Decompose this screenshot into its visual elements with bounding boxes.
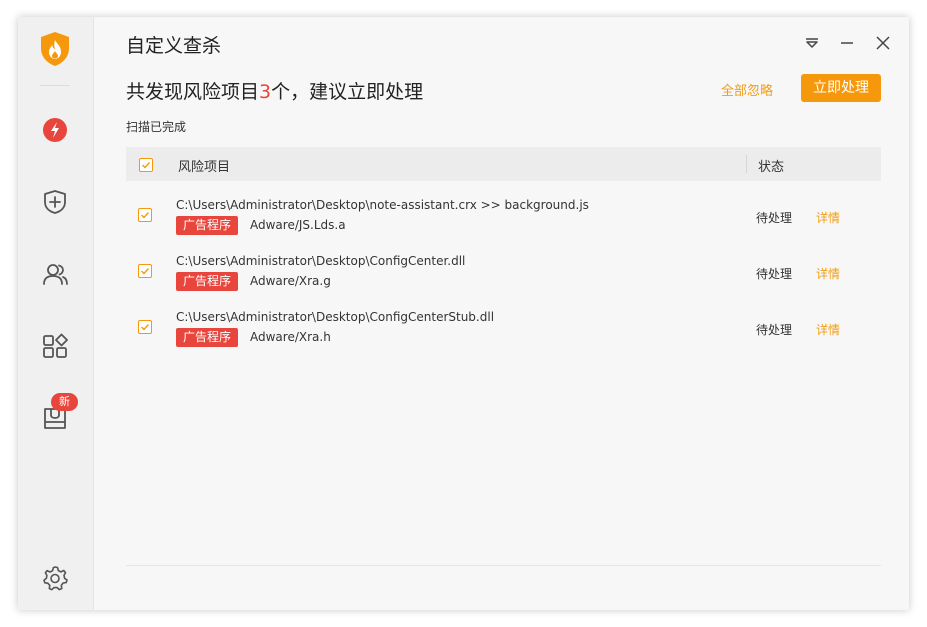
- new-badge: 新: [51, 393, 78, 411]
- scan-result-headline: 共发现风险项目3个，建议立即处理: [126, 77, 423, 104]
- risk-type-tag: 广告程序: [176, 272, 239, 291]
- handle-now-button[interactable]: 立即处理: [801, 74, 881, 102]
- risk-file-path: C:\Users\Administrator\Desktop\note-assi…: [176, 198, 589, 212]
- shield-plus-icon: [44, 190, 66, 214]
- sidebar-divider: [40, 85, 70, 86]
- row-checkbox[interactable]: [138, 208, 152, 222]
- row-checkbox[interactable]: [138, 320, 152, 334]
- sidebar-item-accounts[interactable]: [40, 259, 70, 289]
- select-all-checkbox[interactable]: [139, 158, 153, 172]
- table-row: C:\Users\Administrator\Desktop\ConfigCen…: [126, 243, 881, 299]
- sidebar-item-protection[interactable]: [40, 187, 70, 217]
- risk-count: 3: [259, 81, 272, 103]
- close-icon: [876, 36, 890, 50]
- row-status: 待处理: [756, 211, 793, 225]
- minimize-icon: [841, 42, 853, 44]
- column-divider[interactable]: [746, 155, 747, 173]
- table-header: 风险项目 状态: [126, 147, 881, 181]
- risk-file-path: C:\Users\Administrator\Desktop\ConfigCen…: [176, 310, 495, 324]
- headline-suffix: 个，建议立即处理: [271, 81, 424, 103]
- risk-type-tag: 广告程序: [176, 328, 239, 347]
- close-button[interactable]: [873, 33, 893, 53]
- headline-prefix: 共发现风险项目: [126, 81, 260, 103]
- detail-link[interactable]: 详情: [816, 321, 840, 338]
- check-icon: [141, 268, 150, 275]
- row-status: 待处理: [756, 323, 793, 337]
- sidebar-item-toolbox[interactable]: [40, 331, 70, 361]
- sidebar: 新: [18, 17, 94, 610]
- table-row: C:\Users\Administrator\Desktop\ConfigCen…: [126, 299, 881, 355]
- row-status: 待处理: [756, 267, 793, 281]
- app-window: 新 自定义查杀 共发现风险项目3个，建议立即处理 扫描已完成 全部忽略 立即处理…: [18, 17, 909, 610]
- ignore-all-link[interactable]: 全部忽略: [721, 80, 773, 99]
- minimize-button[interactable]: [837, 33, 857, 53]
- flame-shield-logo: [38, 31, 72, 67]
- lightning-icon: [43, 118, 67, 142]
- detail-link[interactable]: 详情: [816, 265, 840, 282]
- column-header-risk-item: 风险项目: [178, 160, 231, 175]
- table-row: C:\Users\Administrator\Desktop\note-assi…: [126, 187, 881, 243]
- check-icon: [141, 324, 150, 331]
- window-title: 自定义查杀: [126, 35, 222, 57]
- detail-link[interactable]: 详情: [816, 209, 840, 226]
- threat-name: Adware/Xra.g: [250, 274, 331, 288]
- scan-status-text: 扫描已完成: [126, 120, 187, 134]
- row-checkbox[interactable]: [138, 264, 152, 278]
- check-icon: [142, 162, 151, 169]
- check-icon: [141, 212, 150, 219]
- main-panel: 自定义查杀 共发现风险项目3个，建议立即处理 扫描已完成 全部忽略 立即处理 风…: [94, 17, 909, 610]
- gear-icon: [43, 566, 68, 591]
- threat-name: Adware/Xra.h: [250, 330, 331, 344]
- menu-dropdown-button[interactable]: [802, 33, 822, 53]
- apps-icon: [43, 333, 68, 358]
- risk-file-path: C:\Users\Administrator\Desktop\ConfigCen…: [176, 254, 466, 268]
- column-header-status: 状态: [758, 160, 785, 175]
- users-icon: [43, 264, 68, 285]
- sidebar-item-quick-scan[interactable]: [40, 115, 70, 145]
- threat-name: Adware/JS.Lds.a: [250, 218, 346, 232]
- sidebar-item-settings[interactable]: [40, 563, 70, 593]
- risk-type-tag: 广告程序: [176, 216, 239, 235]
- dropdown-menu-icon: [806, 38, 818, 48]
- footer-divider: [126, 565, 881, 566]
